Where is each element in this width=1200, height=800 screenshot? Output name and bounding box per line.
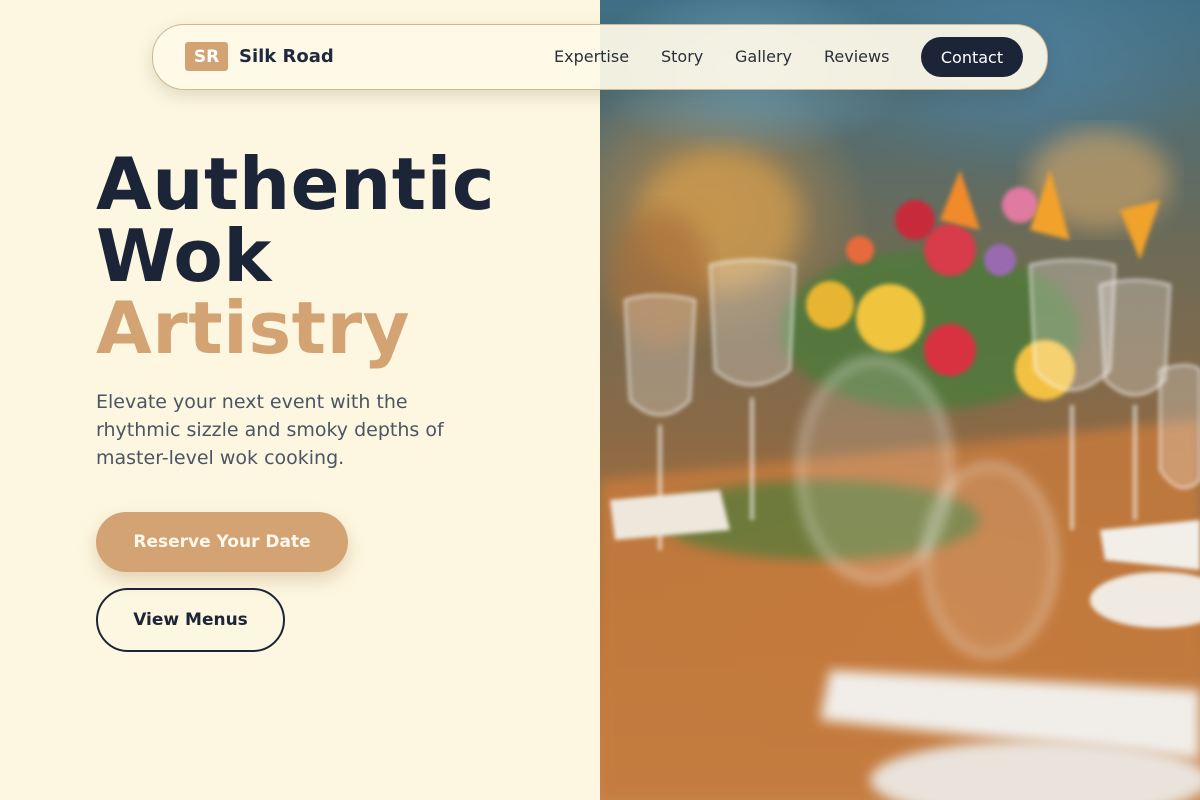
nav-link-story[interactable]: Story: [661, 47, 703, 66]
reserve-date-button[interactable]: Reserve Your Date: [96, 512, 348, 572]
hero-image: [600, 0, 1200, 800]
hero-subtitle: Elevate your next event with the rhythmi…: [96, 391, 444, 469]
headline-line-3: Artistry: [96, 286, 411, 370]
nav-link-expertise[interactable]: Expertise: [554, 47, 629, 66]
brand-logo[interactable]: SR Silk Road: [185, 42, 334, 71]
banquet-table-photo: [600, 130, 1200, 800]
view-menus-button[interactable]: View Menus: [96, 588, 285, 652]
nav-link-gallery[interactable]: Gallery: [735, 47, 792, 66]
brand-name: Silk Road: [239, 46, 334, 67]
headline-line-1: Authentic: [96, 142, 496, 226]
nav-link-reviews[interactable]: Reviews: [824, 47, 889, 66]
top-navigation: SR Silk Road Expertise Story Gallery Rev…: [152, 24, 1048, 90]
hero-headline: Authentic Wok Artistry: [96, 148, 495, 364]
brand-badge: SR: [185, 42, 228, 71]
contact-button[interactable]: Contact: [921, 37, 1023, 77]
headline-line-2: Wok: [96, 214, 272, 298]
